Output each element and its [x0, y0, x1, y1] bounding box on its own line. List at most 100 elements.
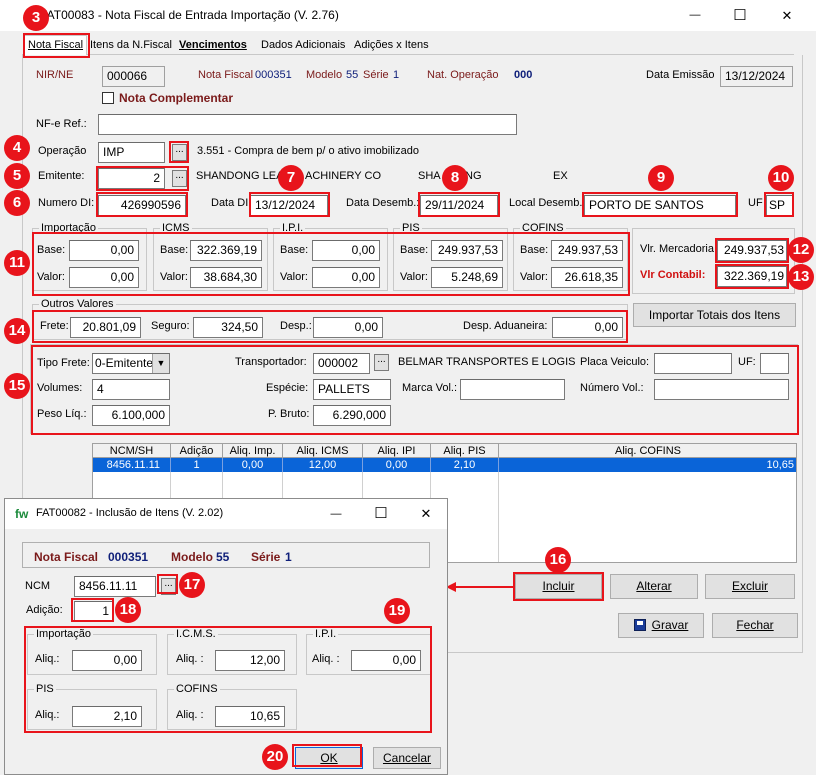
highlight-adicao — [71, 598, 114, 622]
tab-adicoes-itens[interactable]: Adições x Itens — [351, 36, 432, 55]
nota-complementar-checkbox[interactable] — [102, 92, 114, 104]
dialog-serie-label: Série — [251, 550, 281, 564]
minimize-icon[interactable]: — — [672, 0, 718, 31]
step-badge-16: 16 — [545, 547, 571, 573]
step-badge-12: 12 — [788, 237, 814, 263]
highlight-outros-valores — [32, 310, 628, 343]
emitente-country: EX — [553, 170, 568, 182]
gravar-button[interactable]: Gravar — [618, 613, 704, 638]
dialog-nota-fiscal-value: 000351 — [108, 550, 149, 564]
highlight-numero-di — [96, 192, 188, 217]
grid-header-aliq-ipi[interactable]: Aliq. IPI — [363, 444, 431, 458]
step-badge-10: 10 — [768, 165, 794, 191]
table-row[interactable]: 8456.11.11 1 0,00 12,00 0,00 2,10 10,65 — [93, 458, 796, 472]
dialog-title-bar: fw FAT00082 - Inclusão de Itens (V. 2.02… — [5, 499, 447, 529]
nota-fiscal-value: 000351 — [255, 69, 292, 81]
highlight-transporte — [31, 345, 799, 435]
highlight-dialog-aliquotas — [24, 626, 432, 733]
emitente-label: Emitente: — [38, 170, 85, 182]
outros-valores-title: Outros Valores — [39, 297, 116, 311]
step-badge-17: 17 — [179, 572, 205, 598]
modelo-value: 55 — [346, 69, 359, 81]
highlight-emitente — [96, 166, 189, 191]
emitente-name-cont: ACHINERY CO — [305, 170, 382, 182]
dialog-minimize-icon[interactable]: — — [313, 499, 359, 529]
highlight-local-desemb — [582, 192, 738, 217]
operacao-field[interactable]: IMP — [98, 142, 165, 163]
grid-header-ncm[interactable]: NCM/SH — [93, 444, 171, 458]
grid-cell-aliq-icms: 12,00 — [283, 458, 363, 472]
step-badge-8: 8 — [442, 165, 468, 191]
grid-cell-aliq-cofins: 10,65 — [766, 459, 794, 471]
excluir-button[interactable]: Excluir — [705, 574, 795, 599]
operacao-label: Operação — [38, 145, 87, 157]
grid-cell-ncm: 8456.11.11 — [93, 458, 171, 472]
step-badge-11: 11 — [4, 250, 30, 276]
step-badge-15: 15 — [4, 373, 30, 399]
fechar-button[interactable]: Fechar — [712, 613, 798, 638]
step-badge-18: 18 — [115, 597, 141, 623]
grid-header-adicao[interactable]: Adição — [171, 444, 223, 458]
dialog-serie-value: 1 — [285, 550, 292, 564]
highlight-uf — [764, 192, 794, 217]
dialog-nota-fiscal-label: Nota Fiscal — [34, 550, 99, 564]
dialog-title: FAT00082 - Inclusão de Itens (V. 2.02) — [36, 507, 224, 519]
highlight-ok — [292, 744, 362, 767]
cancelar-button[interactable]: Cancelar — [373, 747, 441, 769]
nota-complementar-label: Nota Complementar — [119, 91, 234, 105]
step-badge-3: 3 — [23, 5, 49, 31]
vlr-mercadoria-label: Vlr. Mercadoria: — [640, 243, 718, 255]
step-badge-7: 7 — [278, 165, 304, 191]
operacao-description: 3.551 - Compra de bem p/ o ativo imobili… — [197, 145, 419, 157]
highlight-vlr-contabil — [715, 264, 789, 289]
serie-value: 1 — [393, 69, 400, 81]
highlight-tab-nota-fiscal — [23, 33, 90, 58]
grid-header-aliq-icms[interactable]: Aliq. ICMS — [283, 444, 363, 458]
gravar-label: Gravar — [651, 618, 689, 632]
alterar-button[interactable]: Alterar — [610, 574, 698, 599]
step-badge-5: 5 — [4, 163, 30, 189]
importar-totais-button[interactable]: Importar Totais dos Itens — [633, 303, 796, 327]
emitente-name: SHANDONG LEA — [196, 170, 284, 182]
nfe-ref-field[interactable] — [98, 114, 517, 135]
grid-header-aliq-cofins[interactable]: Aliq. COFINS — [499, 444, 796, 458]
step-badge-19: 19 — [384, 598, 410, 624]
nir-label: NIR/NE — [36, 69, 74, 81]
data-desemb-label: Data Desemb.: — [346, 197, 420, 209]
dialog-ncm-label: NCM — [25, 580, 51, 592]
maximize-icon[interactable]: ☐ — [717, 0, 763, 31]
dialog-close-icon[interactable]: ✕ — [403, 499, 449, 529]
nota-fiscal-label: Nota Fiscal — [198, 69, 254, 81]
main-window-title: FAT00083 - Nota Fiscal de Entrada Import… — [40, 8, 339, 22]
highlight-vlr-mercadoria — [715, 238, 789, 263]
arrow-icon — [446, 582, 514, 592]
app-icon: fw — [15, 507, 29, 521]
step-badge-13: 13 — [788, 264, 814, 290]
uf-label: UF — [748, 197, 763, 209]
emitente-city-a: SHA — [418, 170, 441, 182]
tab-vencimentos[interactable]: Vencimentos — [176, 36, 250, 55]
grid-col-line — [498, 472, 499, 562]
close-icon[interactable]: ✕ — [764, 0, 810, 31]
step-badge-6: 6 — [4, 190, 30, 216]
step-badge-20: 20 — [262, 744, 288, 770]
tab-itens[interactable]: Itens da N.Fiscal — [87, 36, 175, 55]
step-badge-14: 14 — [4, 318, 30, 344]
grid-header-aliq-pis[interactable]: Aliq. PIS — [431, 444, 499, 458]
dialog-ncm-field[interactable]: 8456.11.11 — [74, 576, 156, 597]
nat-operacao-label: Nat. Operação — [427, 69, 499, 81]
highlight-incluir — [513, 572, 604, 601]
dialog-maximize-icon[interactable]: ☐ — [358, 499, 404, 529]
dialog-modelo-label: Modelo — [171, 550, 213, 564]
grid-header-aliq-imp[interactable]: Aliq. Imp. — [223, 444, 283, 458]
vlr-contabil-label: Vlr Contabil: — [640, 269, 706, 281]
modelo-label: Modelo — [306, 69, 343, 81]
serie-label: Série — [363, 69, 389, 81]
grid-cell-aliq-ipi: 0,00 — [363, 458, 431, 472]
highlight-data-di — [249, 192, 330, 217]
nir-field: 000066 — [102, 66, 165, 87]
local-desemb-label: Local Desemb.: — [509, 197, 586, 209]
step-badge-9: 9 — [648, 165, 674, 191]
dialog-adicao-label: Adição: — [26, 604, 63, 616]
tab-dados-adicionais[interactable]: Dados Adicionais — [258, 36, 348, 55]
